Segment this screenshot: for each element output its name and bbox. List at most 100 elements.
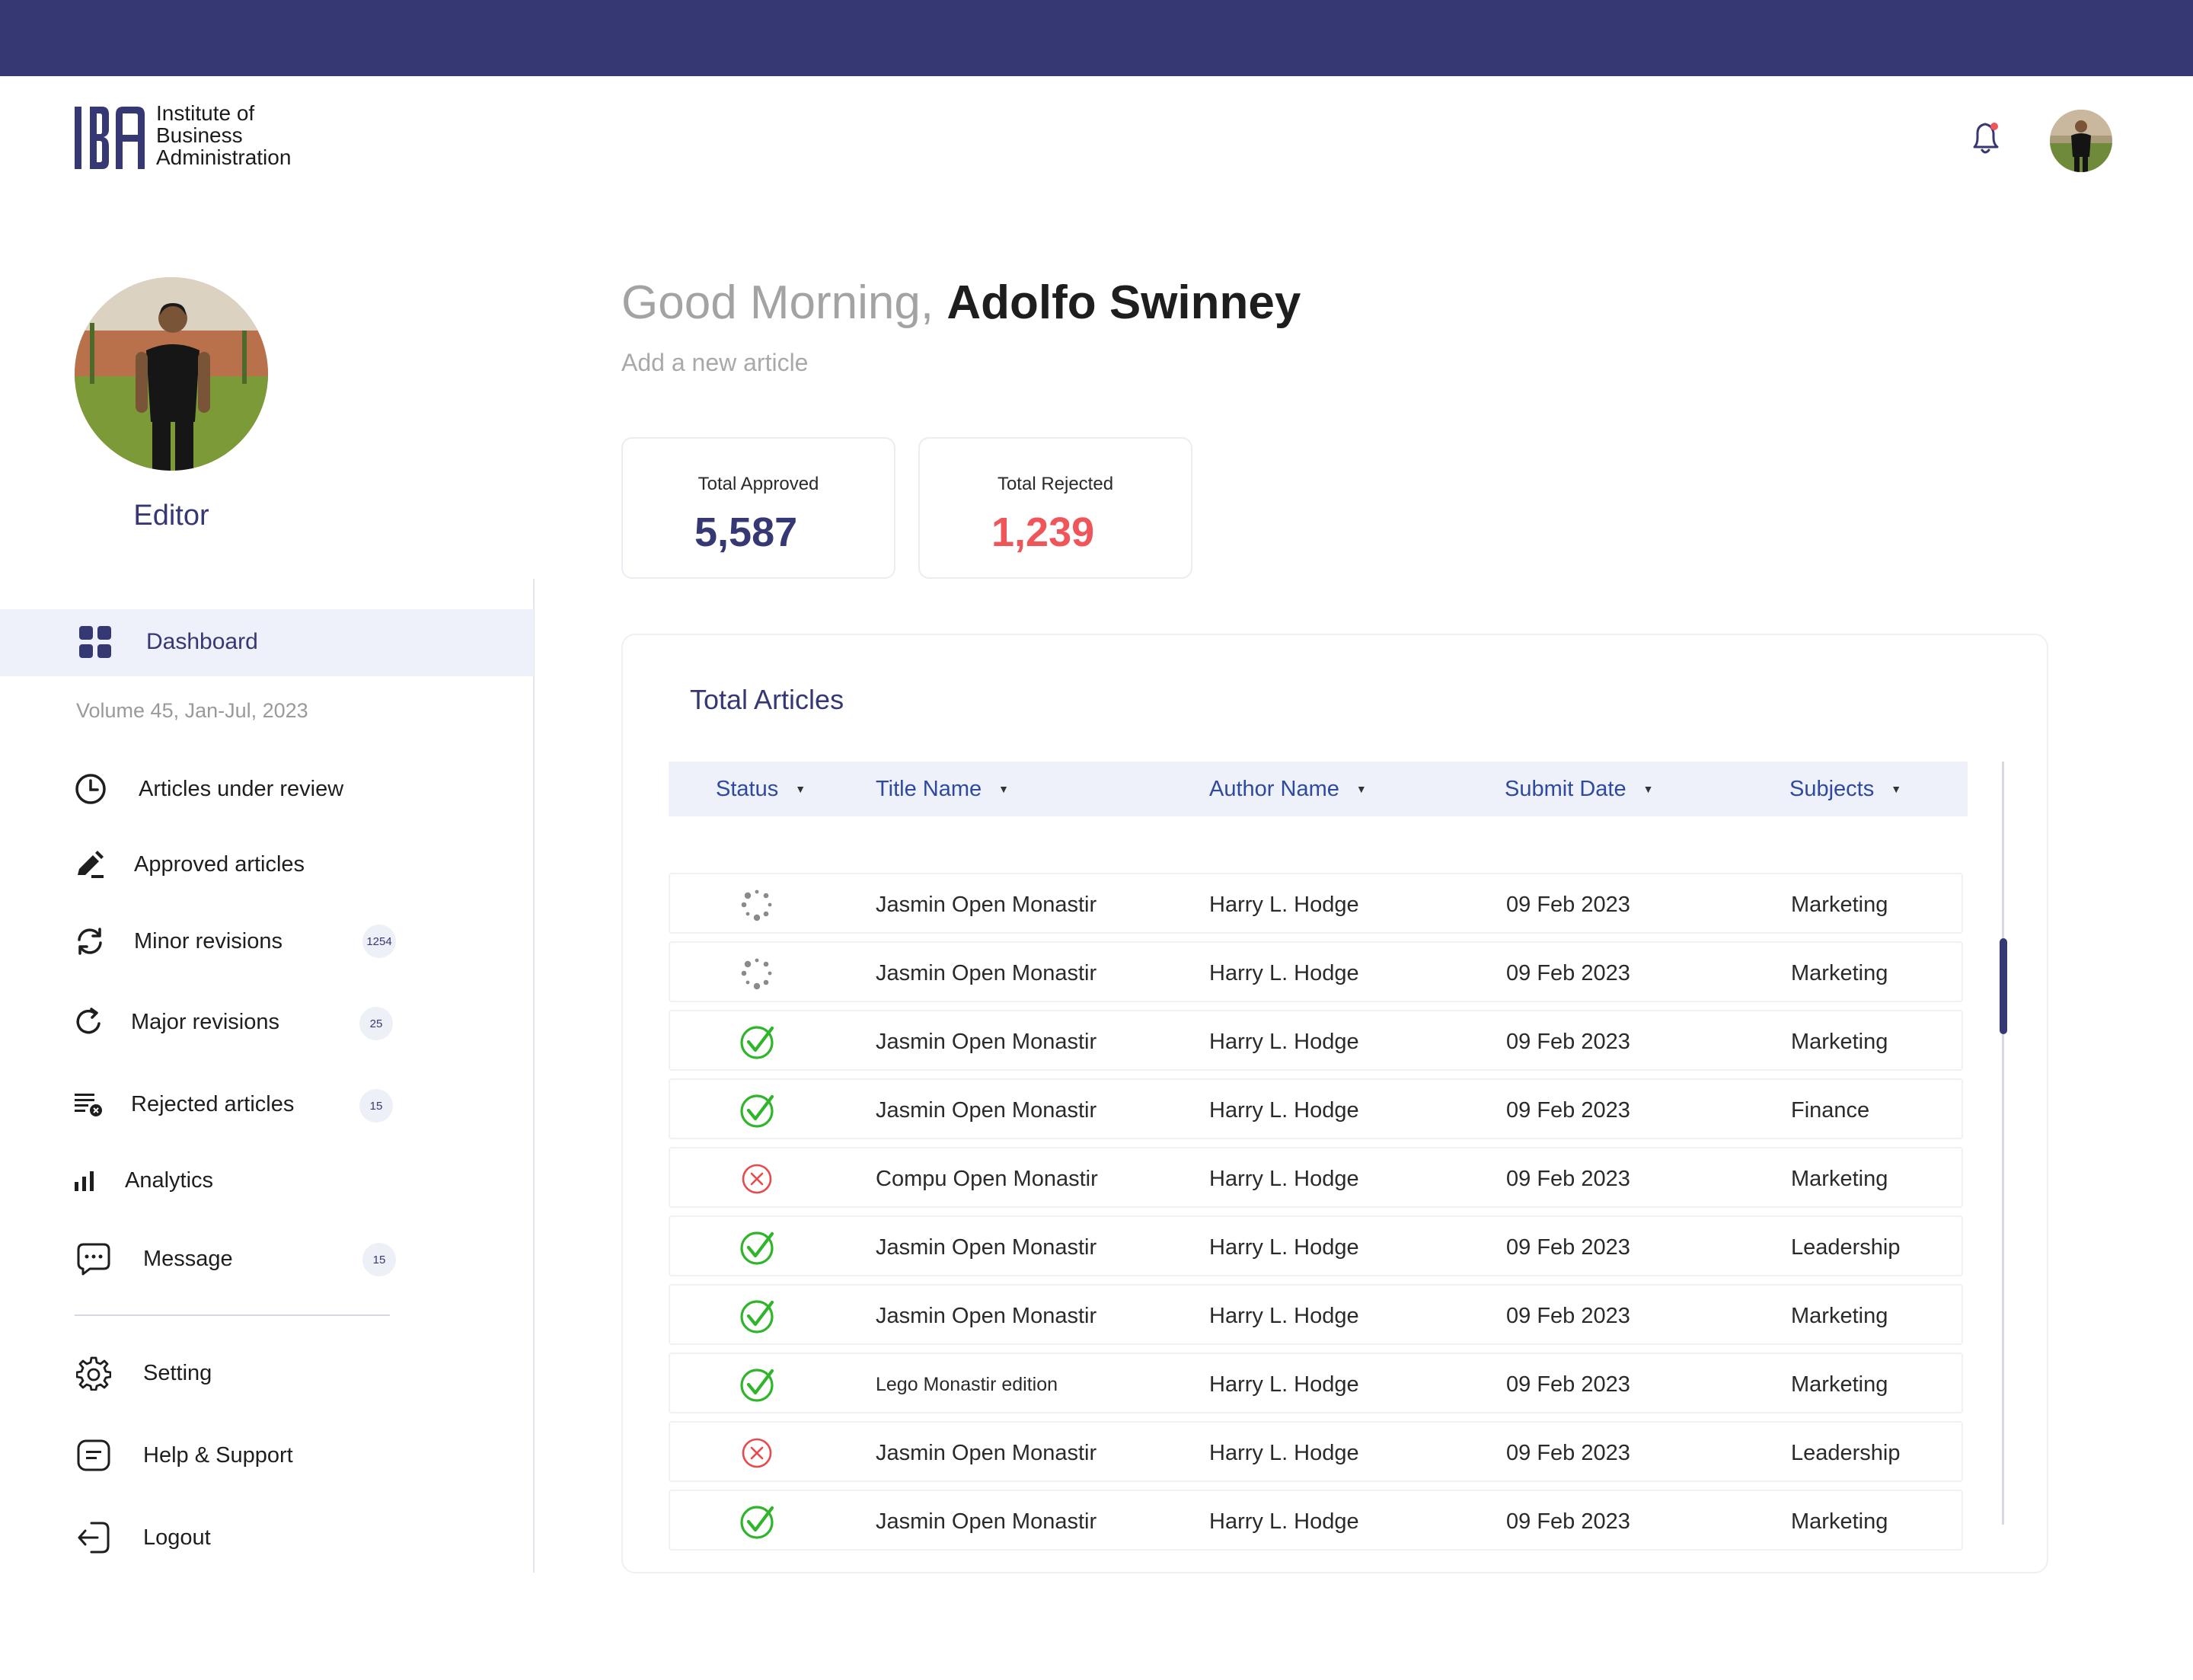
add-article-link[interactable]: Add a new article — [621, 349, 808, 377]
date-cell: 09 Feb 2023 — [1506, 1509, 1630, 1534]
greeting-title: Good Morning, Adolfo Swinney — [621, 276, 1301, 330]
sidebar-divider — [533, 579, 535, 1573]
date-cell: 09 Feb 2023 — [1506, 1372, 1630, 1397]
sidebar-item-articles-under-review[interactable]: Articles under review — [75, 773, 343, 805]
date-cell: 09 Feb 2023 — [1506, 1029, 1630, 1054]
total-rejected-value: 1,239 — [991, 509, 1095, 555]
table-row[interactable]: Jasmin Open Monastir Harry L. Hodge 09 Feb… — [669, 873, 1963, 934]
note-icon — [77, 1439, 110, 1471]
sort-caret-icon: ▼ — [1891, 783, 1902, 795]
sidebar-item-major-revisions[interactable]: Major revisions — [75, 1007, 279, 1037]
table-row[interactable]: Jasmin Open Monastir Harry L. Hodge 09 Feb… — [669, 1215, 1963, 1276]
sidebar-item-label: Articles under review — [139, 776, 344, 801]
sidebar-item-help-support[interactable]: Help & Support — [76, 1438, 293, 1473]
date-cell: 09 Feb 2023 — [1506, 1234, 1630, 1260]
date-cell: 09 Feb 2023 — [1506, 1303, 1630, 1328]
title-cell: Jasmin Open Monastir — [876, 892, 1097, 917]
refresh-icon — [78, 928, 102, 955]
author-cell: Harry L. Hodge — [1209, 1234, 1359, 1260]
date-cell: 09 Feb 2023 — [1506, 960, 1630, 985]
sort-caret-icon: ▼ — [1355, 783, 1367, 795]
notification-button[interactable] — [1968, 118, 2003, 159]
date-cell: 09 Feb 2023 — [1506, 1440, 1630, 1465]
rejected-x-icon — [742, 1164, 772, 1194]
approved-check-icon — [740, 1094, 774, 1128]
subject-cell: Marketing — [1791, 1166, 1888, 1191]
sidebar-item-label: Message — [143, 1246, 233, 1271]
avatar-image — [2050, 110, 2112, 172]
table-scrollbar-track[interactable] — [2002, 762, 2004, 1525]
subject-cell: Marketing — [1791, 892, 1888, 917]
pending-spinner-icon — [741, 958, 772, 990]
table-row[interactable]: Jasmin Open Monastir Harry L. Hodge 09 Feb… — [669, 1490, 1963, 1551]
column-header-subjects[interactable]: Subjects ▼ — [1789, 762, 1901, 816]
logout-icon — [78, 1522, 110, 1554]
column-header-label: Title Name — [876, 776, 982, 801]
table-row[interactable]: Jasmin Open Monastir Harry L. Hodge 09 Feb… — [669, 941, 1963, 1002]
institute-name-line1: Institute of — [156, 101, 255, 125]
table-row[interactable]: Jasmin Open Monastir Harry L. Hodge 09 Feb… — [669, 1284, 1963, 1345]
column-header-author[interactable]: Author Name ▼ — [1209, 762, 1367, 816]
sidebar-item-analytics[interactable]: Analytics — [75, 1168, 213, 1193]
greeting-prefix: Good Morning, — [621, 276, 934, 329]
sidebar-item-minor-revisions[interactable]: Minor revisions — [75, 926, 283, 957]
top-bar — [0, 0, 2193, 76]
user-avatar[interactable] — [2050, 110, 2112, 172]
subject-cell: Leadership — [1791, 1440, 1901, 1465]
sidebar-item-rejected-articles[interactable]: Rejected articles — [75, 1091, 294, 1118]
table-row[interactable]: Compu Open Monastir Harry L. Hodge 09 Feb … — [669, 1147, 1963, 1208]
approved-check-icon — [740, 1300, 774, 1333]
table-row[interactable]: Jasmin Open Monastir Harry L. Hodge 09 Feb… — [669, 1010, 1963, 1071]
column-header-label: Author Name — [1209, 776, 1339, 801]
author-cell: Harry L. Hodge — [1209, 1303, 1359, 1328]
subject-cell: Marketing — [1791, 1509, 1888, 1534]
institute-name: Institute of Business Administration — [156, 102, 291, 168]
total-articles-title: Total Articles — [690, 684, 844, 715]
title-cell: Jasmin Open Monastir — [876, 1097, 1097, 1123]
sidebar-item-message[interactable]: Message — [76, 1241, 233, 1276]
column-header-label: Subjects — [1789, 776, 1875, 801]
title-cell: Jasmin Open Monastir — [876, 1440, 1097, 1465]
subject-cell: Marketing — [1791, 1372, 1888, 1397]
author-cell: Harry L. Hodge — [1209, 1097, 1359, 1123]
author-cell: Harry L. Hodge — [1209, 892, 1359, 917]
subject-cell: Marketing — [1791, 960, 1888, 985]
iba-logo[interactable] — [75, 107, 145, 173]
gear-icon — [76, 1356, 111, 1391]
title-cell: Compu Open Monastir — [876, 1166, 1098, 1191]
author-cell: Harry L. Hodge — [1209, 1372, 1359, 1397]
column-header-title[interactable]: Title Name ▼ — [876, 762, 1009, 816]
user-role: Editor — [133, 500, 209, 532]
sort-caret-icon: ▼ — [1642, 783, 1654, 795]
approved-check-icon — [740, 1026, 774, 1059]
sidebar-item-dashboard-content[interactable]: Dashboard — [79, 626, 258, 658]
title-cell: Jasmin Open Monastir — [876, 1303, 1097, 1328]
sidebar-separator — [75, 1314, 390, 1316]
sidebar-item-setting[interactable]: Setting — [76, 1356, 212, 1391]
rotate-icon — [76, 1008, 101, 1034]
table-row[interactable]: Jasmin Open Monastir Harry L. Hodge 09 Feb… — [669, 1078, 1963, 1139]
approved-check-icon — [740, 1369, 774, 1402]
table-row[interactable]: Lego Monastir edition Harry L. Hodge 09 Fe… — [669, 1353, 1963, 1413]
logo-mark-icon — [75, 107, 145, 169]
sidebar-item-label: Minor revisions — [134, 928, 283, 953]
table-row[interactable]: Jasmin Open Monastir Harry L. Hodge 09 Feb… — [669, 1421, 1963, 1482]
sort-caret-icon: ▼ — [998, 783, 1009, 795]
column-header-status[interactable]: Status ▼ — [716, 762, 806, 816]
sidebar-item-approved-articles[interactable]: Approved articles — [75, 849, 305, 880]
sidebar-item-label: Rejected articles — [131, 1091, 295, 1116]
clock-icon — [75, 774, 106, 804]
author-cell: Harry L. Hodge — [1209, 1440, 1359, 1465]
sort-caret-icon: ▼ — [795, 783, 806, 795]
subject-cell: Leadership — [1791, 1234, 1901, 1260]
table-header: Status ▼ Title Name ▼ Author Name ▼ Subm… — [669, 762, 1968, 816]
chat-icon — [77, 1243, 110, 1276]
pen-icon — [78, 851, 104, 878]
sidebar-item-label: Logout — [143, 1525, 211, 1550]
column-header-label: Submit Date — [1505, 776, 1626, 801]
total-rejected-card: Total Rejected 1,239 — [918, 437, 1192, 579]
sidebar-item-logout[interactable]: Logout — [76, 1520, 211, 1555]
column-header-submit-date[interactable]: Submit Date ▼ — [1505, 762, 1653, 816]
table-scrollbar-thumb[interactable] — [2000, 938, 2007, 1034]
title-cell: Jasmin Open Monastir — [876, 1234, 1097, 1260]
